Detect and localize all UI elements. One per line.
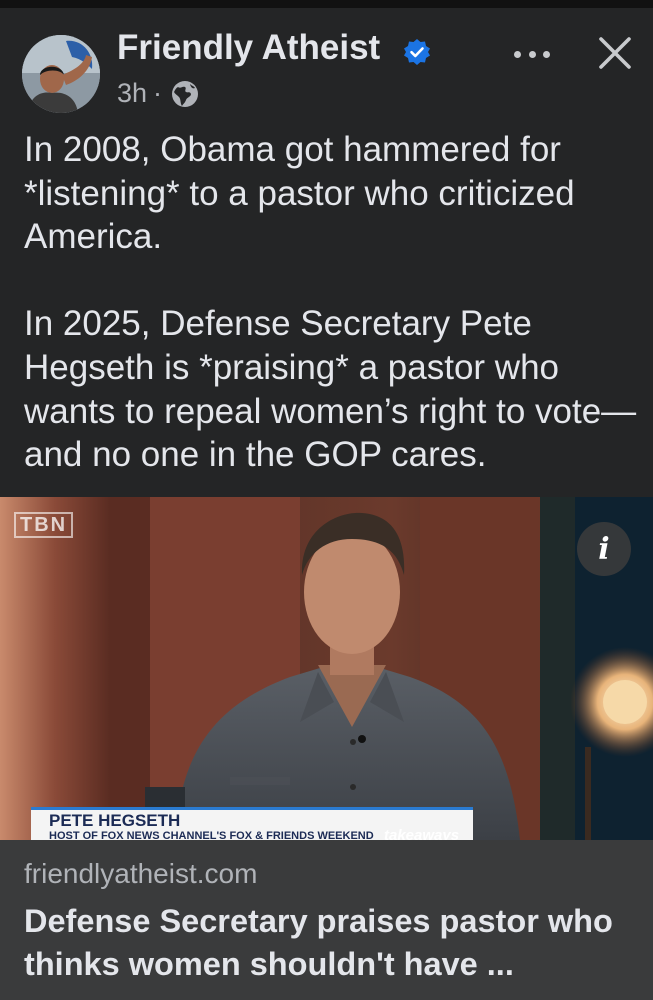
lower-third-title: HOST OF FOX NEWS CHANNEL'S FOX & FRIENDS… (49, 830, 374, 840)
tbn-watermark: TBN (14, 512, 74, 538)
globe-icon[interactable] (170, 79, 200, 109)
meta-separator: · (153, 78, 163, 108)
status-strip (0, 0, 653, 8)
show-brand-logo: takeaways (384, 827, 460, 840)
post-body: In 2008, Obama got hammered for *listeni… (24, 128, 639, 477)
more-options-icon-dot (528, 50, 536, 58)
page-name[interactable]: Friendly Atheist (117, 28, 380, 68)
info-icon[interactable]: i (577, 522, 631, 576)
post-time[interactable]: 3h (117, 78, 147, 109)
more-options-icon-dot (543, 50, 550, 58)
page-avatar[interactable] (22, 35, 100, 113)
more-options-icon (514, 50, 521, 58)
post-meta: 3h · (117, 78, 200, 109)
post-paragraph: In 2008, Obama got hammered for *listeni… (24, 130, 575, 257)
verified-badge-icon (404, 39, 430, 65)
link-preview-card[interactable]: friendlyatheist.com Defense Secretary pr… (0, 840, 653, 1000)
link-domain: friendlyatheist.com (24, 858, 258, 889)
link-media-image[interactable]: TBN i PETE HEGSETH HOST OF FOX NEWS CHAN… (0, 497, 653, 840)
video-still-image (0, 497, 653, 840)
post-header: Friendly Atheist 3h · (0, 8, 653, 118)
close-icon[interactable] (596, 34, 634, 72)
more-options-button[interactable] (508, 38, 556, 70)
link-headline[interactable]: Defense Secretary praises pastor who thi… (24, 900, 639, 986)
lower-third-name: PETE HEGSETH (49, 811, 181, 830)
post-paragraph: In 2025, Defense Secretary Pete Hegseth … (24, 304, 637, 475)
